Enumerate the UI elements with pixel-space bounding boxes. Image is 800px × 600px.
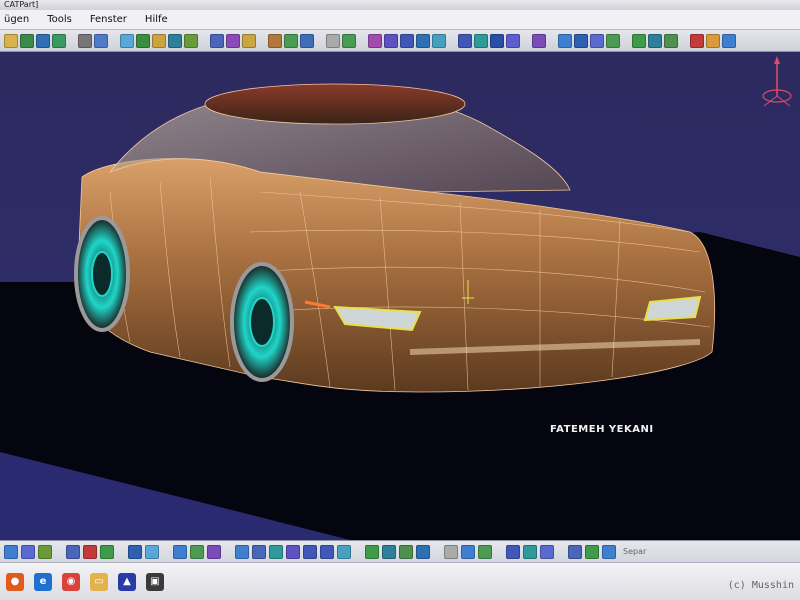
hide-show-icon[interactable] (399, 544, 413, 559)
boundary-icon[interactable] (384, 33, 398, 48)
pan-icon[interactable] (269, 544, 283, 559)
groove-icon[interactable] (506, 33, 520, 48)
split-icon[interactable] (226, 33, 240, 48)
bottom-toolbar: Separ (0, 540, 800, 562)
table-icon[interactable] (173, 544, 187, 559)
print-icon[interactable] (66, 544, 80, 559)
shading-icon[interactable] (382, 544, 396, 559)
car-roof (204, 83, 466, 125)
formula-icon[interactable] (128, 544, 142, 559)
chrome-icon[interactable]: ◉ (62, 572, 80, 591)
menu-item-insert[interactable]: ügen (4, 14, 29, 25)
menu-item-tools[interactable]: Tools (47, 14, 72, 25)
dress-up-icon[interactable] (690, 33, 704, 48)
compass-tool-icon[interactable] (664, 33, 678, 48)
folder-icon[interactable]: ▭ (90, 572, 108, 591)
menu-item-help[interactable]: Hilfe (145, 14, 168, 25)
join-icon[interactable] (210, 33, 224, 48)
tree-icon[interactable] (190, 544, 204, 559)
fit-all-icon[interactable] (252, 544, 266, 559)
title-bar: CATPart] (0, 0, 800, 10)
point-icon[interactable] (20, 33, 34, 48)
curve-icon[interactable] (78, 33, 92, 48)
measure-icon[interactable] (632, 33, 646, 48)
zoom-out-icon[interactable] (320, 544, 334, 559)
rotate-view-icon[interactable] (286, 544, 300, 559)
translate-icon[interactable] (284, 33, 298, 48)
plane-icon[interactable] (52, 33, 66, 48)
section-icon[interactable] (342, 33, 356, 48)
spline-icon[interactable] (94, 33, 108, 48)
car-model-scene[interactable] (0, 52, 800, 540)
multi-section-icon[interactable] (168, 33, 182, 48)
select-icon[interactable] (4, 544, 18, 559)
normal-view-icon[interactable] (337, 544, 351, 559)
apply-material-icon[interactable] (540, 544, 554, 559)
redo-icon[interactable] (38, 544, 52, 559)
trim-icon[interactable] (242, 33, 256, 48)
pocket-icon[interactable] (474, 33, 488, 48)
properties-icon[interactable] (461, 544, 475, 559)
window-title: CATPart] (4, 0, 39, 9)
car-body (77, 158, 716, 393)
pattern-icon[interactable] (558, 33, 572, 48)
material-icon[interactable] (722, 33, 736, 48)
view-icon[interactable] (207, 544, 221, 559)
sketch-analysis-icon[interactable] (568, 544, 582, 559)
grid-icon[interactable] (602, 544, 616, 559)
symmetry-icon[interactable] (606, 33, 620, 48)
status-text: Separ (623, 547, 647, 556)
swap-visible-icon[interactable] (416, 544, 430, 559)
compass-widget[interactable] (760, 56, 794, 114)
scale-icon[interactable] (590, 33, 604, 48)
line-icon[interactable] (36, 33, 50, 48)
menu-bar: ügen Tools Fenster Hilfe (0, 10, 800, 30)
hole-icon[interactable] (532, 33, 546, 48)
render-icon[interactable] (706, 33, 720, 48)
light-icon[interactable] (478, 544, 492, 559)
layer-icon[interactable] (444, 544, 458, 559)
watermark-text: (c) Musshin (727, 580, 794, 591)
measure-between-icon[interactable] (506, 544, 520, 559)
sweep-icon[interactable] (120, 33, 134, 48)
save-icon[interactable] (83, 544, 97, 559)
copy-icon[interactable] (100, 544, 114, 559)
rear-wheel (74, 216, 130, 332)
fill-icon[interactable] (136, 33, 150, 48)
fly-icon[interactable] (235, 544, 249, 559)
measure-item-icon[interactable] (523, 544, 537, 559)
pad-icon[interactable] (458, 33, 472, 48)
analysis-icon[interactable] (326, 33, 340, 48)
surface-icon[interactable] (368, 33, 382, 48)
firefox-icon[interactable]: ● (6, 572, 24, 591)
top-toolbar (0, 30, 800, 52)
front-wheel (230, 262, 294, 382)
zoom-in-icon[interactable] (303, 544, 317, 559)
3d-viewport[interactable]: FATEMEH YEKANI (0, 52, 800, 540)
iso-view-icon[interactable] (365, 544, 379, 559)
close-surface-icon[interactable] (432, 33, 446, 48)
designer-caption: FATEMEH YEKANI (550, 424, 654, 435)
shaft-icon[interactable] (490, 33, 504, 48)
undo-icon[interactable] (21, 544, 35, 559)
catia-icon[interactable]: ▲ (118, 572, 136, 591)
mirror-icon[interactable] (574, 33, 588, 48)
edge-icon[interactable]: e (34, 572, 52, 591)
catia-window: CATPart] ügen Tools Fenster Hilfe FATEME… (0, 0, 800, 600)
blend-icon[interactable] (152, 33, 166, 48)
offset-icon[interactable] (400, 33, 414, 48)
menu-item-window[interactable]: Fenster (90, 14, 127, 25)
fillet-icon[interactable] (268, 33, 282, 48)
rotate-icon[interactable] (300, 33, 314, 48)
inertia-icon[interactable] (648, 33, 662, 48)
constraint-icon[interactable] (585, 544, 599, 559)
sketch-icon[interactable] (4, 33, 18, 48)
thick-icon[interactable] (416, 33, 430, 48)
comment-icon[interactable] (145, 544, 159, 559)
taskbar: ● e ◉ ▭ ▲ ▣ (0, 562, 800, 600)
app-window-icon[interactable]: ▣ (146, 572, 164, 591)
extrude-icon[interactable] (184, 33, 198, 48)
